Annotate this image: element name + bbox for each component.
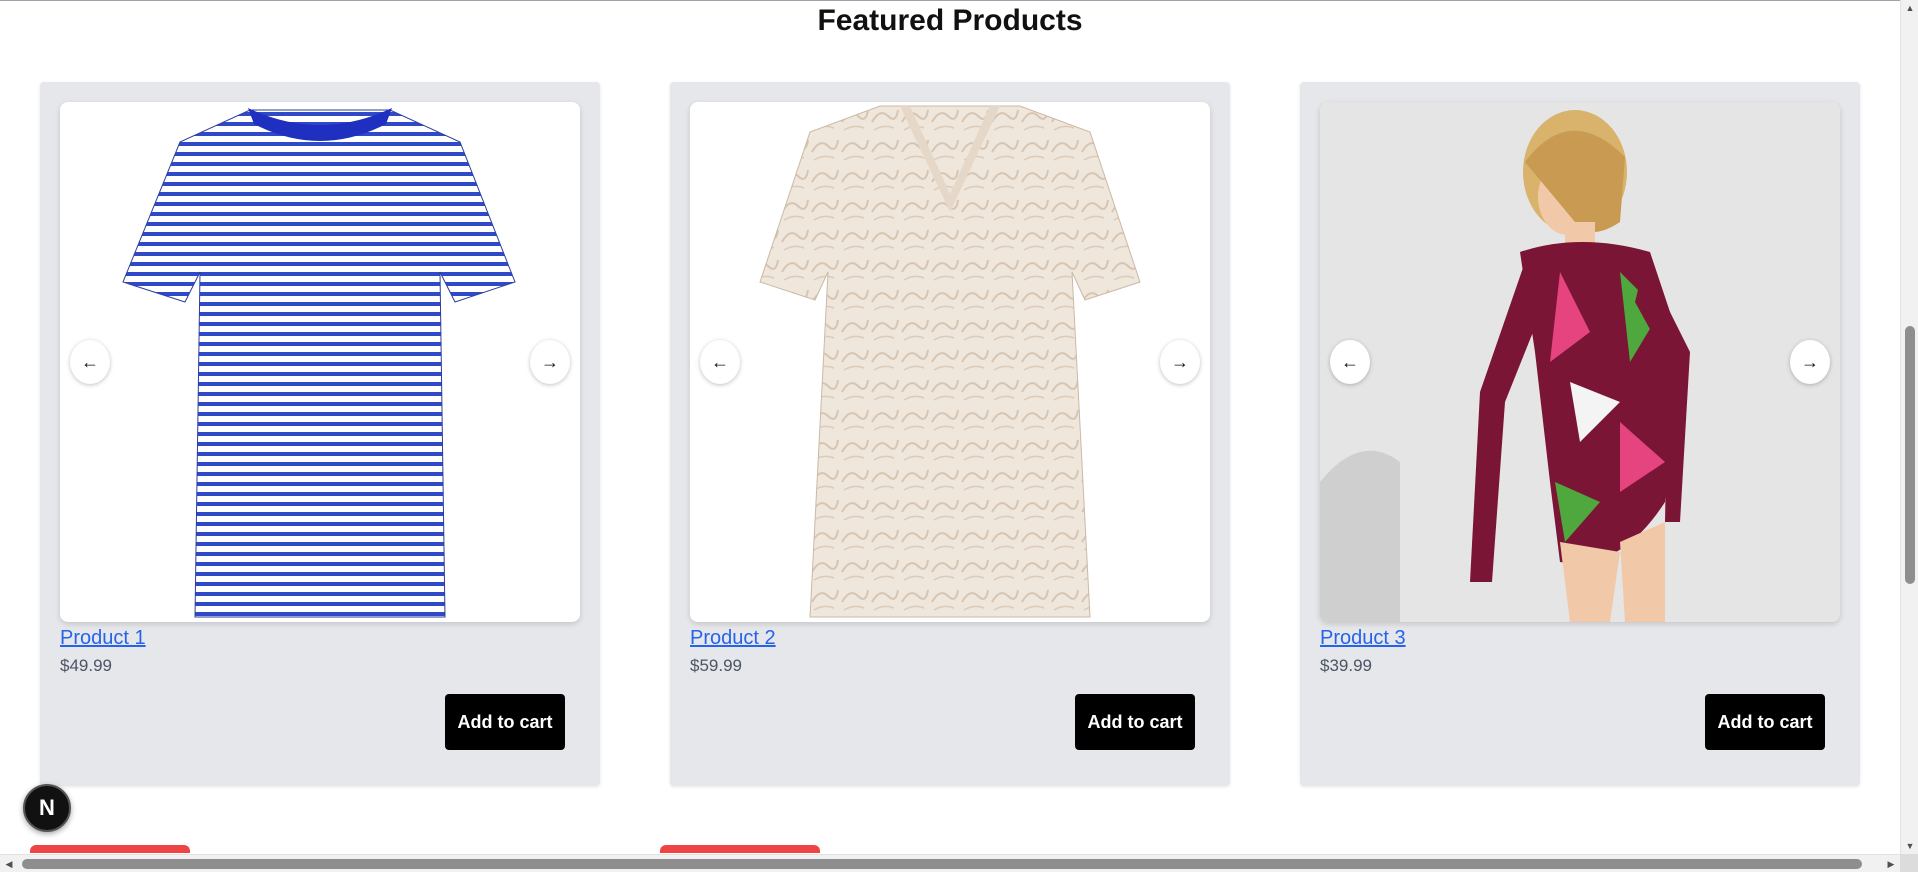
product-price: $59.99 (690, 656, 742, 675)
add-to-cart-button[interactable]: Add to cart (445, 694, 565, 750)
next-image-button[interactable]: → (1160, 340, 1200, 384)
next-image-button[interactable]: → (530, 340, 570, 384)
arrow-right-icon: → (1801, 351, 1819, 372)
horizontal-scrollbar[interactable]: ◀ ▶ (0, 854, 1918, 872)
prev-image-button[interactable]: ← (700, 340, 740, 384)
scroll-right-icon[interactable]: ▶ (1882, 855, 1900, 872)
arrow-right-icon: → (541, 351, 559, 372)
red-button-edge[interactable] (660, 845, 820, 853)
prev-image-button[interactable]: ← (70, 340, 110, 384)
product-name-link[interactable]: Product 2 (690, 627, 776, 650)
scrollbar-corner (1900, 854, 1918, 872)
product-image: ← → (60, 102, 580, 622)
floral-swimsuit-image (1320, 102, 1840, 622)
product-card: ← → Product 2 $59.99 Add to cart (670, 82, 1230, 786)
add-to-cart-button[interactable]: Add to cart (1075, 694, 1195, 750)
next-image-button[interactable]: → (1790, 340, 1830, 384)
top-border (0, 0, 1900, 1)
printed-vneck-tshirt-image (759, 105, 1141, 618)
product-card: ← → Product 1 $49.99 Add to cart (40, 82, 600, 786)
product-price: $39.99 (1320, 656, 1372, 675)
product-name-link[interactable]: Product 3 (1320, 627, 1406, 650)
product-grid: ← → Product 1 $49.99 Add to cart ← → Pro… (40, 82, 1860, 786)
scroll-left-icon[interactable]: ◀ (0, 855, 18, 872)
vertical-scrollbar[interactable]: ▲ ▼ (1900, 0, 1918, 854)
arrow-left-icon: ← (81, 351, 99, 372)
nextjs-dev-badge[interactable]: N (23, 784, 71, 832)
striped-tshirt-image (122, 108, 516, 618)
horizontal-scroll-thumb[interactable] (22, 859, 1862, 869)
section-title: Featured Products (817, 4, 1083, 37)
product-card: ← → Product 3 $39.99 Add to cart (1300, 82, 1860, 786)
add-to-cart-button[interactable]: Add to cart (1705, 694, 1825, 750)
arrow-right-icon: → (1171, 351, 1189, 372)
scroll-up-icon[interactable]: ▲ (1901, 0, 1918, 16)
product-price: $49.99 (60, 656, 112, 675)
product-image: ← → (1320, 102, 1840, 622)
product-name-link[interactable]: Product 1 (60, 627, 146, 650)
arrow-left-icon: ← (711, 351, 729, 372)
vertical-scroll-thumb[interactable] (1905, 326, 1915, 584)
prev-image-button[interactable]: ← (1330, 340, 1370, 384)
product-image: ← → (690, 102, 1210, 622)
scroll-down-icon[interactable]: ▼ (1901, 838, 1918, 854)
arrow-left-icon: ← (1341, 351, 1359, 372)
red-button-edge[interactable] (30, 845, 190, 853)
